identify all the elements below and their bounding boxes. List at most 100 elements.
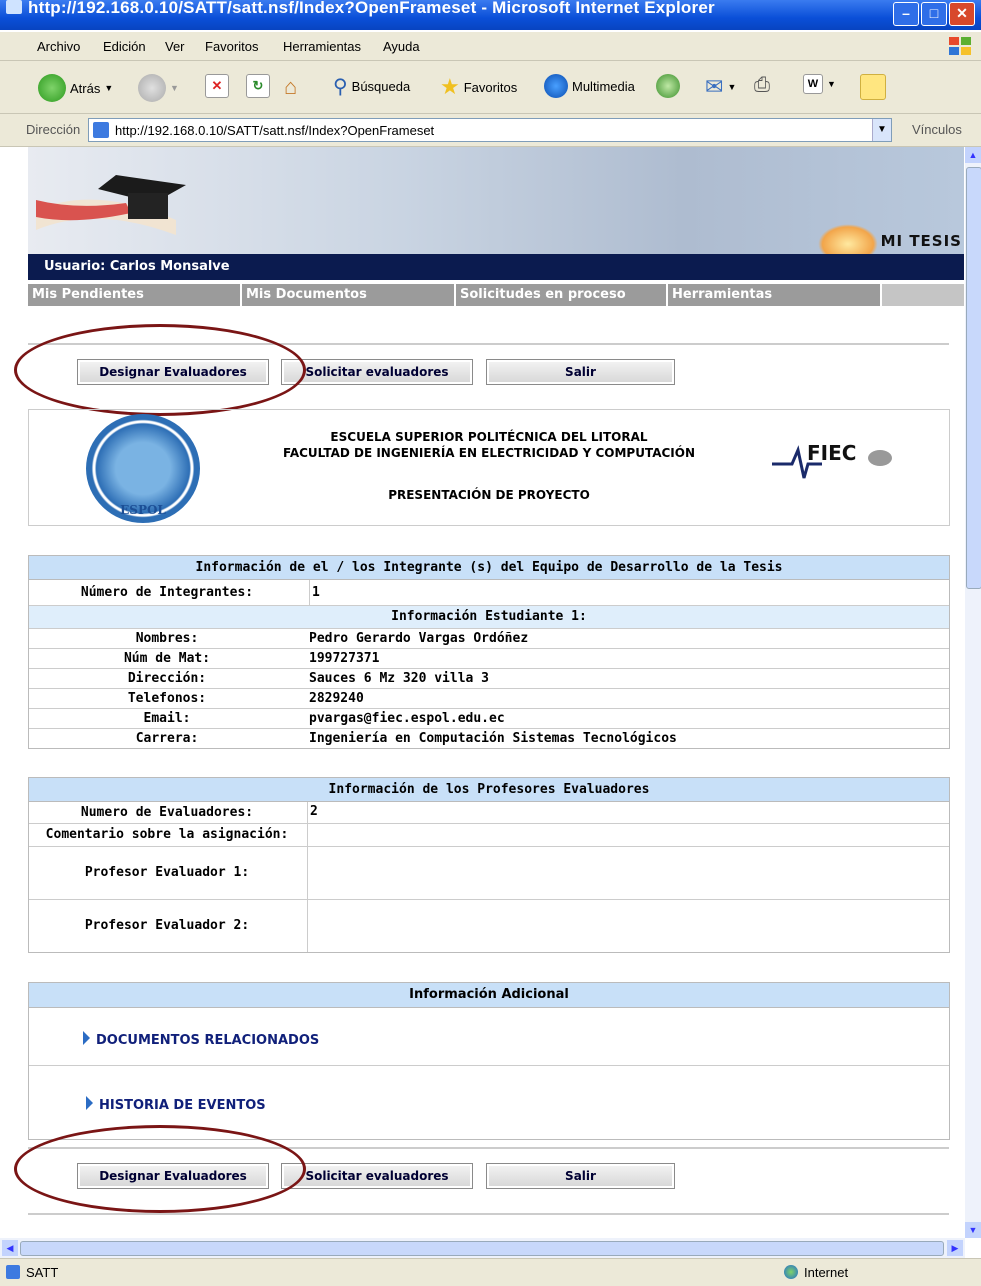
- count-value: 1: [309, 580, 320, 605]
- seal-text: ESPOL: [120, 503, 166, 517]
- nav-solicitudes[interactable]: Solicitudes en proceso: [456, 284, 668, 306]
- table-row: Dirección: Sauces 6 Mz 320 villa 3: [29, 669, 949, 689]
- menu-edicion[interactable]: Edición: [103, 39, 146, 54]
- table-row: Profesor Evaluador 1:: [29, 847, 949, 900]
- scroll-left-icon[interactable]: ◀: [2, 1240, 18, 1256]
- search-icon: ⚲: [333, 76, 348, 98]
- user-label: Usuario: Carlos Monsalve: [44, 259, 230, 274]
- close-button[interactable]: ✕: [949, 2, 975, 26]
- evaluadores-title: Información de los Profesores Evaluadore…: [29, 778, 949, 802]
- evaluadores-count-label: Numero de Evaluadores:: [80, 805, 254, 820]
- row-label: Nombres:: [135, 631, 199, 646]
- menu-herramientas[interactable]: Herramientas: [283, 39, 361, 54]
- count-label: Número de Integrantes:: [80, 585, 254, 600]
- nav-herramientas[interactable]: Herramientas: [668, 284, 882, 306]
- home-button[interactable]: ⌂: [284, 74, 297, 100]
- print-button[interactable]: ⎙: [754, 74, 770, 97]
- status-bar: SATT Internet: [0, 1258, 981, 1286]
- row-value: Pedro Gerardo Vargas Ordóñez: [309, 631, 529, 646]
- historia-eventos-link[interactable]: HISTORIA DE EVENTOS: [86, 1096, 266, 1113]
- table-row: Telefonos: 2829240: [29, 689, 949, 709]
- comment-value: [307, 824, 308, 846]
- scroll-right-icon[interactable]: ▶: [947, 1240, 963, 1256]
- mi-tesis-logo: MI TESIS: [880, 232, 962, 250]
- scroll-up-icon[interactable]: ▲: [965, 147, 981, 163]
- home-icon: ⌂: [284, 74, 298, 99]
- horizontal-scrollbar[interactable]: ◀ ▶: [0, 1238, 965, 1258]
- scroll-down-icon[interactable]: ▼: [965, 1222, 981, 1238]
- prof2-label: Profesor Evaluador 2:: [84, 918, 250, 933]
- comment-label: Comentario sobre la asignación:: [45, 827, 289, 842]
- nav-bar: Mis Pendientes Mis Documentos Solicitude…: [28, 284, 964, 306]
- hscroll-thumb[interactable]: [20, 1241, 944, 1256]
- row-label: Telefonos:: [127, 691, 207, 706]
- scroll-thumb[interactable]: [966, 167, 981, 589]
- row-value: 199727371: [309, 651, 380, 666]
- history-label: HISTORIA DE EVENTOS: [99, 1098, 266, 1113]
- row-value: 2829240: [309, 691, 364, 706]
- adicional-title: Información Adicional: [29, 983, 949, 1008]
- search-button[interactable]: ⚲ Búsqueda: [333, 74, 410, 99]
- row-value: Ingeniería en Computación Sistemas Tecno…: [309, 731, 677, 746]
- highlight-ellipse: [14, 324, 306, 416]
- table-row: Email: pvargas@fiec.espol.edu.ec: [29, 709, 949, 729]
- triangle-right-icon: [86, 1096, 93, 1110]
- project-header: ESPOL ESCUELA SUPERIOR POLITÉCNICA DEL L…: [28, 409, 950, 526]
- address-dropdown-icon[interactable]: ▼: [872, 119, 891, 141]
- row-label: Email:: [143, 711, 191, 726]
- note-icon: [860, 74, 886, 100]
- integrantes-title: Información de el / los Integrante (s) d…: [29, 556, 949, 580]
- print-icon: ⎙: [754, 74, 770, 96]
- student-title: Información Estudiante 1:: [29, 606, 949, 629]
- salir-button[interactable]: Salir: [486, 359, 675, 385]
- media-button[interactable]: Multimedia: [544, 74, 635, 98]
- windows-logo-icon: [949, 37, 971, 55]
- prof1-label: Profesor Evaluador 1:: [84, 865, 250, 880]
- menu-bar: Archivo Edición Ver Favoritos Herramient…: [0, 32, 981, 61]
- history-button[interactable]: [656, 74, 680, 98]
- maximize-button[interactable]: □: [921, 2, 947, 26]
- menu-favoritos[interactable]: Favoritos: [205, 39, 258, 54]
- word-icon: W: [803, 74, 823, 94]
- favorites-star-icon: ★: [440, 74, 460, 99]
- documentos-relacionados-link[interactable]: DOCUMENTOS RELACIONADOS: [83, 1031, 319, 1048]
- menu-ayuda[interactable]: Ayuda: [383, 39, 420, 54]
- solicitar-evaluadores-button[interactable]: Solicitar evaluadores: [281, 359, 473, 385]
- favorites-button[interactable]: ★ Favoritos: [440, 74, 517, 100]
- minimize-button[interactable]: –: [893, 2, 919, 26]
- evaluadores-count: 2: [307, 802, 318, 823]
- highlight-ellipse: [14, 1125, 306, 1213]
- project-presentation-title: PRESENTACIÓN DE PROYECTO: [388, 488, 590, 502]
- table-row: Núm de Mat: 199727371: [29, 649, 949, 669]
- media-label: Multimedia: [572, 78, 635, 94]
- mail-button[interactable]: ✉ ▼: [705, 74, 736, 100]
- mi-tesis-banner: MI TESIS: [28, 147, 964, 254]
- table-row: Numero de Evaluadores: 2: [29, 802, 949, 824]
- back-label: Atrás: [70, 80, 101, 96]
- forward-arrow-icon: [138, 74, 166, 102]
- status-text: SATT: [26, 1265, 59, 1280]
- messenger-button[interactable]: [860, 74, 886, 100]
- forward-button[interactable]: ▼: [138, 74, 179, 102]
- vertical-scrollbar[interactable]: ▲ ▼: [965, 147, 981, 1238]
- address-bar: Dirección http://192.168.0.10/SATT/satt.…: [0, 114, 981, 147]
- salir-button-bottom[interactable]: Salir: [486, 1163, 675, 1189]
- nav-mis-documentos[interactable]: Mis Documentos: [242, 284, 456, 306]
- nav-mis-pendientes[interactable]: Mis Pendientes: [28, 284, 242, 306]
- stop-icon: ✕: [205, 74, 229, 98]
- word-button[interactable]: W ▼: [803, 74, 836, 94]
- info-adicional-table: Información Adicional DOCUMENTOS RELACIO…: [28, 982, 950, 1140]
- refresh-button[interactable]: ↻: [246, 74, 270, 98]
- back-button[interactable]: Atrás ▼: [38, 74, 113, 102]
- menu-ver[interactable]: Ver: [165, 39, 185, 54]
- refresh-icon: ↻: [246, 74, 270, 98]
- stop-button[interactable]: ✕: [205, 74, 229, 98]
- mail-icon: ✉: [705, 74, 724, 99]
- solicitar-evaluadores-button-bottom[interactable]: Solicitar evaluadores: [281, 1163, 473, 1189]
- table-row: Número de Integrantes: 1: [29, 580, 949, 606]
- links-button[interactable]: Vínculos: [912, 122, 962, 137]
- address-input[interactable]: http://192.168.0.10/SATT/satt.nsf/Index?…: [88, 118, 892, 142]
- menu-archivo[interactable]: Archivo: [37, 39, 80, 54]
- address-label: Dirección: [26, 122, 81, 137]
- zone-text: Internet: [804, 1265, 849, 1280]
